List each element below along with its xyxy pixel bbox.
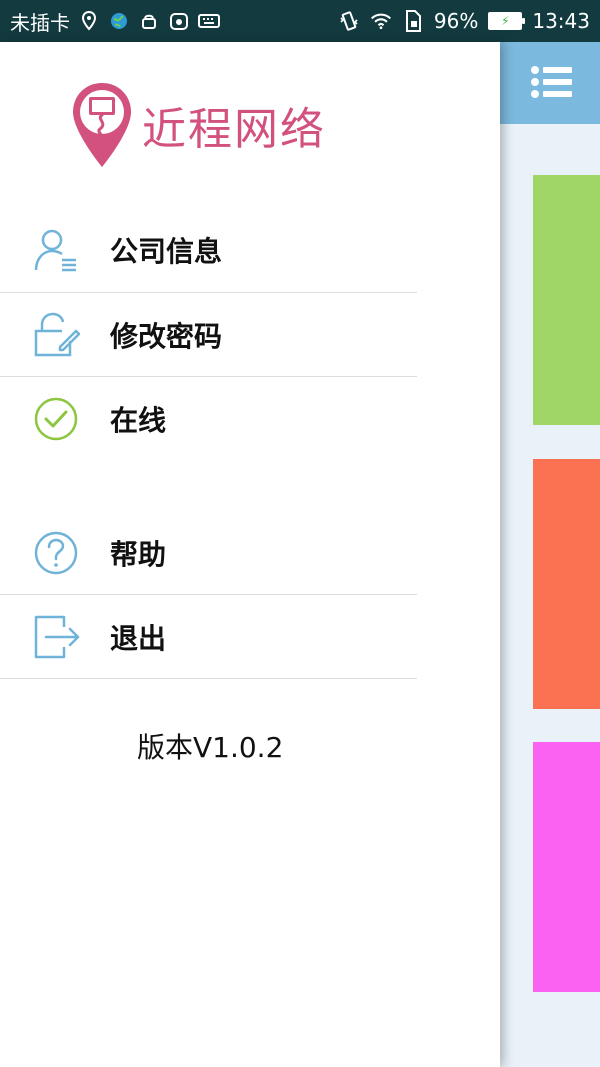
- vibrate-icon: [338, 10, 360, 32]
- navigation-drawer: 近程网络 公司信息 修改密码 在线 帮助 退出 版本V1.0.2: [0, 42, 500, 1067]
- battery-percent: 96%: [433, 9, 479, 33]
- exit-icon: [34, 615, 80, 659]
- wifi-icon: [370, 10, 392, 32]
- dashboard-tile-pink[interactable]: [533, 742, 600, 992]
- menu-item-logout[interactable]: 退出: [0, 595, 417, 679]
- menu-item-help[interactable]: 帮助: [0, 511, 417, 595]
- clock: 13:43: [532, 9, 590, 33]
- sim-icon: [402, 10, 424, 32]
- globe-icon: [108, 10, 130, 32]
- android-icon: [138, 10, 160, 32]
- hamburger-menu-icon[interactable]: [530, 64, 574, 100]
- divider: [0, 678, 417, 679]
- menu-label: 帮助: [110, 538, 167, 571]
- dashboard-tile-orange[interactable]: [533, 459, 600, 709]
- menu-item-company-info[interactable]: 公司信息: [0, 208, 417, 292]
- check-circle-icon: [34, 397, 78, 441]
- status-bar: 未插卡 96% ⚡ 13:43: [0, 0, 600, 42]
- lock-edit-icon: [34, 312, 80, 357]
- help-circle-icon: [34, 531, 78, 575]
- version-label: 版本V1.0.2: [137, 731, 284, 764]
- location-icon: [78, 10, 100, 32]
- map-pin-monitor-icon: [73, 83, 131, 167]
- carrier-label: 未插卡: [10, 10, 70, 35]
- menu-label: 退出: [110, 622, 167, 655]
- app-icon: [168, 10, 190, 32]
- battery-charging-icon: ⚡: [488, 12, 526, 30]
- main-top-bar: [500, 42, 600, 124]
- menu-label: 修改密码: [110, 320, 223, 353]
- menu-item-change-password[interactable]: 修改密码: [0, 293, 417, 377]
- main-content: [500, 42, 600, 1067]
- keyboard-icon: [198, 10, 220, 32]
- menu-label: 公司信息: [110, 235, 223, 268]
- menu-label: 在线: [110, 404, 167, 437]
- menu-item-online-status[interactable]: 在线: [0, 377, 417, 461]
- user-info-icon: [34, 229, 76, 272]
- dashboard-tile-green[interactable]: [533, 175, 600, 425]
- app-logo: 近程网络: [70, 80, 370, 170]
- app-name: 近程网络: [142, 104, 326, 155]
